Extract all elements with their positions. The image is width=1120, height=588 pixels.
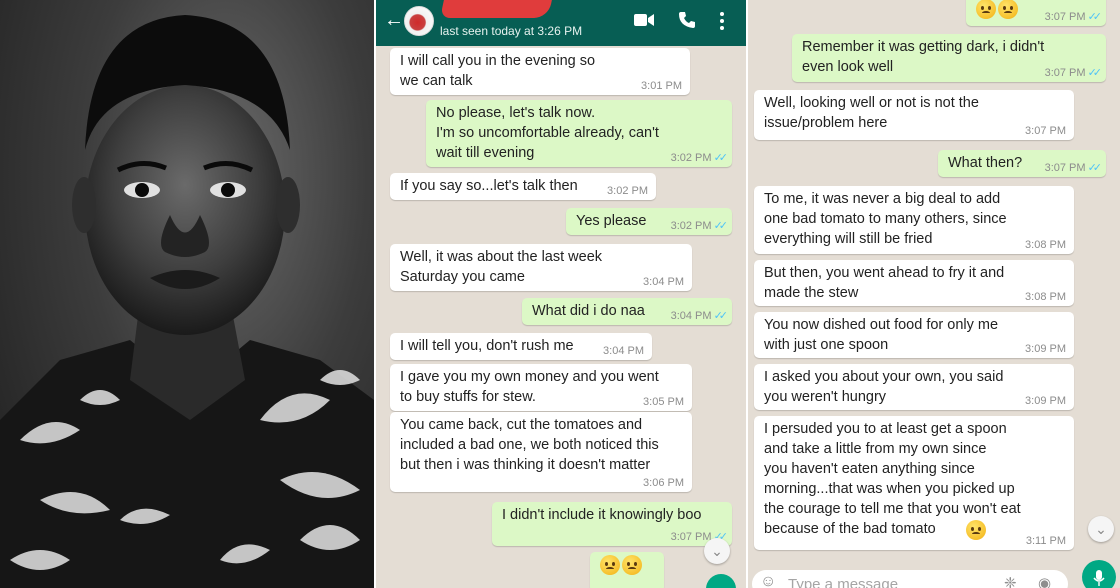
worried-face-emoji-icon — [998, 0, 1018, 19]
message-time: 3:07 PM ✓✓ — [1044, 11, 1103, 23]
message-time: 3:08 PM — [1025, 239, 1066, 251]
worried-face-emoji-icon — [600, 555, 620, 576]
message-incoming[interactable]: I asked you about your own, you said you… — [754, 364, 1074, 410]
back-arrow-icon[interactable]: ← — [384, 9, 404, 32]
message-outgoing-emoji[interactable] — [590, 552, 664, 588]
message-text: I asked you about your own, you said you… — [764, 369, 1004, 405]
message-outgoing-emoji[interactable]: 3:07 PM ✓✓ — [966, 0, 1106, 26]
profile-photo — [0, 0, 374, 588]
message-time: 3:07 PM ✓✓ — [1044, 162, 1103, 174]
phone-icon[interactable] — [678, 11, 696, 34]
mic-button[interactable] — [1082, 560, 1116, 588]
chat-screen-right: 3:07 PM ✓✓ Remember it was getting dark, … — [748, 0, 1120, 588]
double-check-icon: ✓✓ — [713, 310, 729, 322]
double-check-icon: ✓✓ — [713, 220, 729, 232]
message-time: 3:05 PM — [643, 396, 684, 408]
contact-avatar[interactable] — [404, 6, 434, 36]
double-check-icon: ✓✓ — [713, 152, 729, 164]
emoji-icon[interactable]: ☺ — [760, 573, 776, 588]
camera-icon[interactable]: ◉ — [1038, 574, 1051, 588]
message-outgoing[interactable]: Yes please 3:02 PM ✓✓ — [566, 208, 732, 235]
message-text: I gave you my own money and you went to … — [400, 369, 659, 405]
message-text: To me, it was never a big deal to add on… — [764, 191, 1007, 247]
mic-button[interactable] — [706, 574, 736, 588]
message-time: 3:04 PM — [643, 276, 684, 288]
message-text: Well, it was about the last week Saturda… — [400, 249, 603, 285]
message-incoming[interactable]: I will call you in the evening so we can… — [390, 48, 690, 95]
video-call-icon[interactable] — [634, 12, 654, 33]
double-check-icon: ✓✓ — [1087, 11, 1103, 23]
message-time: 3:11 PM — [1025, 535, 1066, 547]
message-incoming[interactable]: I will tell you, don't rush me 3:04 PM — [390, 333, 652, 360]
microphone-icon — [1093, 570, 1105, 587]
message-time: 3:07 PM ✓✓ — [1044, 67, 1103, 79]
rolling-eyes-emoji-icon — [966, 520, 986, 540]
message-time: 3:02 PM ✓✓ — [670, 152, 729, 164]
double-check-icon: ✓✓ — [1087, 162, 1103, 174]
message-text: I didn't include it knowingly boo — [502, 507, 702, 523]
message-time: 3:04 PM ✓✓ — [670, 310, 729, 322]
message-outgoing[interactable]: No please, let's talk now. I'm so uncomf… — [426, 100, 732, 167]
chat-screen-left: ← last seen today at 3:26 PM I will call… — [376, 0, 746, 588]
double-check-icon: ✓✓ — [1087, 67, 1103, 79]
scroll-down-button[interactable]: ⌄ — [1088, 516, 1114, 542]
message-text: I will call you in the evening so we can… — [400, 53, 596, 89]
redacted-contact-name — [440, 0, 552, 18]
scroll-down-button[interactable]: ⌄ — [704, 538, 730, 564]
message-time: 3:04 PM — [603, 345, 644, 357]
message-time: 3:09 PM — [1025, 343, 1066, 355]
message-incoming[interactable]: You came back, cut the tomatoes and incl… — [390, 412, 692, 492]
message-time: 3:07 PM — [1025, 125, 1066, 137]
message-time: 3:09 PM — [1025, 395, 1066, 407]
message-time: 3:01 PM — [641, 80, 682, 92]
more-vertical-icon[interactable] — [720, 12, 724, 35]
message-text: I persuded you to at least get a spoon a… — [764, 421, 1021, 537]
message-incoming[interactable]: You now dished out food for only me with… — [754, 312, 1074, 358]
message-incoming[interactable]: If you say so...let's talk then 3:02 PM — [390, 173, 656, 200]
message-outgoing[interactable]: What then? 3:07 PM ✓✓ — [938, 150, 1106, 177]
message-incoming[interactable]: But then, you went ahead to fry it and m… — [754, 260, 1074, 306]
message-incoming[interactable]: To me, it was never a big deal to add on… — [754, 186, 1074, 254]
message-time: 3:02 PM — [607, 185, 648, 197]
message-time: 3:06 PM — [643, 477, 684, 489]
message-text: You came back, cut the tomatoes and incl… — [400, 417, 659, 473]
message-incoming[interactable]: Well, it was about the last week Saturda… — [390, 244, 692, 291]
message-outgoing[interactable]: Remember it was getting dark, i didn't e… — [792, 34, 1106, 82]
message-composer: ☺ Type a message ❈ ◉ — [752, 570, 1068, 588]
message-outgoing[interactable]: I didn't include it knowingly boo 3:07 P… — [492, 502, 732, 546]
message-time: 3:02 PM ✓✓ — [670, 220, 729, 232]
attach-clip-icon[interactable]: ❈ — [1004, 574, 1017, 588]
message-input[interactable]: Type a message — [788, 576, 898, 588]
worried-face-emoji-icon — [976, 0, 996, 19]
message-time: 3:08 PM — [1025, 291, 1066, 303]
message-incoming[interactable]: Well, looking well or not is not the iss… — [754, 90, 1074, 140]
message-outgoing[interactable]: What did i do naa 3:04 PM ✓✓ — [522, 298, 732, 325]
message-text: Well, looking well or not is not the iss… — [764, 95, 979, 131]
message-incoming[interactable]: I gave you my own money and you went to … — [390, 364, 692, 411]
worried-face-emoji-icon — [622, 555, 642, 576]
message-incoming[interactable]: I persuded you to at least get a spoon a… — [754, 416, 1074, 550]
message-text: But then, you went ahead to fry it and m… — [764, 265, 1005, 301]
chat-header: ← last seen today at 3:26 PM — [376, 0, 746, 46]
last-seen-status: last seen today at 3:26 PM — [440, 24, 583, 38]
portrait-illustration — [0, 15, 374, 588]
message-text: You now dished out food for only me with… — [764, 317, 999, 353]
